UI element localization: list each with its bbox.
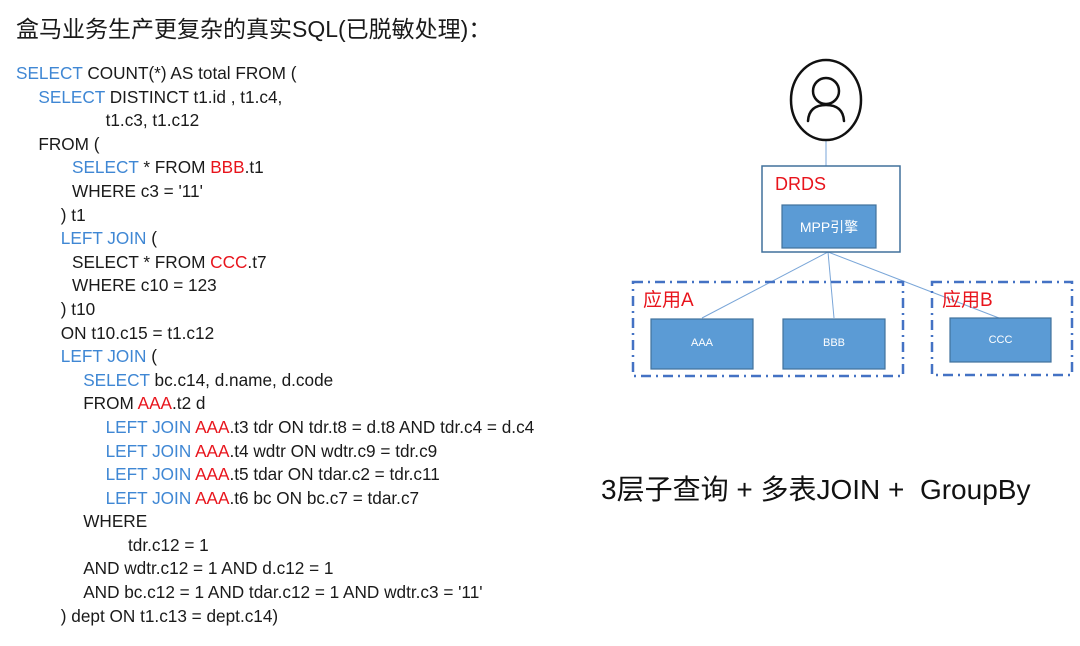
- sql-text: .t2 d: [172, 393, 206, 414]
- node-bbb-label: BBB: [822, 337, 845, 349]
- sql-text: .t4 wdtr ON wdtr.c9 = tdr.c9: [229, 440, 438, 461]
- sql-line: LEFT JOIN (: [16, 345, 534, 369]
- sql-line: LEFT JOIN (: [16, 227, 534, 251]
- sql-line: ) t1: [16, 204, 534, 228]
- sql-text: .t6 bc ON bc.c7 = tdar.c7: [229, 487, 420, 508]
- sql-text: SELECT * FROM: [72, 251, 211, 272]
- sql-line: LEFT JOIN AAA.t6 bc ON bc.c7 = tdar.c7: [16, 487, 534, 511]
- sql-line: LEFT JOIN AAA.t3 tdr ON tdr.t8 = d.t8 AN…: [16, 416, 535, 440]
- sql-text: DISTINCT t1.id , t1.c4,: [104, 86, 283, 107]
- sql-text: WHERE: [83, 511, 148, 532]
- sql-keyword: LEFT JOIN: [60, 228, 147, 249]
- sql-line: WHERE c3 = '11': [16, 180, 534, 204]
- node-aaa-label: AAA: [690, 337, 713, 349]
- sql-keyword: LEFT JOIN: [60, 346, 147, 367]
- sql-text: FROM (: [38, 133, 100, 154]
- sql-line: LEFT JOIN AAA.t4 wdtr ON wdtr.c9 = tdr.c…: [16, 440, 534, 464]
- sql-line: SELECT DISTINCT t1.id , t1.c4,: [16, 86, 534, 110]
- sql-keyword: LEFT JOIN: [105, 440, 192, 461]
- sql-text: WHERE c3 = '11': [72, 180, 203, 201]
- sql-line: SELECT * FROM CCC.t7: [16, 251, 534, 275]
- sql-keyword: SELECT: [16, 63, 83, 83]
- sql-text: ON t10.c15 = t1.c12: [60, 322, 215, 343]
- sql-line: t1.c3, t1.c12: [16, 109, 534, 133]
- sql-line: SELECT COUNT(*) AS total FROM (: [16, 62, 534, 86]
- sql-line: ) dept ON t1.c13 = dept.c14): [16, 605, 534, 629]
- user-icon: [789, 58, 863, 142]
- sql-text: .t3 tdr ON tdr.t8 = d.t8 AND tdr.c4 = d.…: [229, 416, 535, 437]
- sql-keyword: LEFT JOIN: [105, 487, 192, 508]
- page-title: 盒马业务生产更复杂的真实SQL(已脱敏处理)：: [16, 16, 492, 42]
- sql-keyword: LEFT JOIN: [105, 464, 192, 485]
- sql-keyword: SELECT: [83, 369, 150, 390]
- query-complexity-caption: 3层子查询 + 多表JOIN + GroupBy: [601, 474, 1031, 505]
- sql-text: * FROM: [138, 157, 211, 178]
- sql-text: bc.c14, d.name, d.code: [149, 369, 334, 390]
- sql-text: tdr.c12 = 1: [128, 534, 209, 555]
- sql-text: ) dept ON t1.c13 = dept.c14): [60, 605, 279, 626]
- sql-text: (: [146, 228, 157, 249]
- sql-keyword: SELECT: [72, 157, 139, 178]
- sql-line: LEFT JOIN AAA.t5 tdar ON tdar.c2 = tdr.c…: [16, 463, 534, 487]
- sql-text: (: [146, 346, 157, 367]
- sql-code-block: SELECT COUNT(*) AS total FROM (SELECT DI…: [16, 62, 534, 628]
- sql-text: ) t1: [60, 204, 86, 225]
- connector-engine-bbb: [827, 251, 835, 319]
- sql-line: SELECT * FROM BBB.t1: [16, 156, 534, 180]
- sql-text: .t5 tdar ON tdar.c2 = tdr.c11: [229, 464, 440, 485]
- sql-text: FROM: [83, 393, 138, 414]
- sql-database-name: AAA: [137, 393, 173, 414]
- sql-text: .t7: [247, 251, 267, 272]
- sql-text: AND bc.c12 = 1 AND tdar.c12 = 1 AND wdtr…: [83, 582, 483, 603]
- sql-line: FROM (: [16, 133, 534, 157]
- mpp-engine-label: MPP引擎: [799, 219, 859, 235]
- sql-line: WHERE c10 = 123: [16, 274, 534, 298]
- sql-keyword: LEFT JOIN: [105, 416, 192, 437]
- sql-database-name: CCC: [210, 251, 248, 272]
- sql-line: FROM AAA.t2 d: [16, 392, 534, 416]
- sql-line: AND bc.c12 = 1 AND tdar.c12 = 1 AND wdtr…: [16, 581, 534, 605]
- sql-keyword: SELECT: [38, 86, 105, 107]
- node-ccc-label: CCC: [988, 334, 1013, 346]
- sql-text: COUNT(*) AS total FROM (: [82, 63, 297, 83]
- sql-database-name: AAA: [195, 487, 230, 508]
- sql-database-name: BBB: [210, 157, 245, 178]
- drds-label: DRDS: [775, 174, 827, 194]
- app-group-a-label: 应用A: [643, 290, 694, 311]
- sql-line: WHERE: [16, 510, 534, 534]
- sql-line: ON t10.c15 = t1.c12: [16, 322, 534, 346]
- sql-database-name: AAA: [195, 464, 230, 485]
- sql-text: WHERE c10 = 123: [72, 275, 217, 296]
- sql-text: t1.c3, t1.c12: [105, 110, 200, 131]
- sql-text: .t1: [244, 157, 264, 178]
- sql-line: tdr.c12 = 1: [16, 534, 534, 558]
- connector-engine-aaa: [701, 251, 829, 319]
- sql-database-name: AAA: [195, 440, 230, 461]
- sql-database-name: AAA: [195, 416, 230, 437]
- sql-line: SELECT bc.c14, d.name, d.code: [16, 369, 534, 393]
- app-group-b-label: 应用B: [942, 290, 993, 311]
- sql-text: AND wdtr.c12 = 1 AND d.c12 = 1: [83, 558, 334, 579]
- sql-line: AND wdtr.c12 = 1 AND d.c12 = 1: [16, 557, 534, 581]
- sql-line: ) t10: [16, 298, 534, 322]
- sql-text: ) t10: [60, 298, 96, 319]
